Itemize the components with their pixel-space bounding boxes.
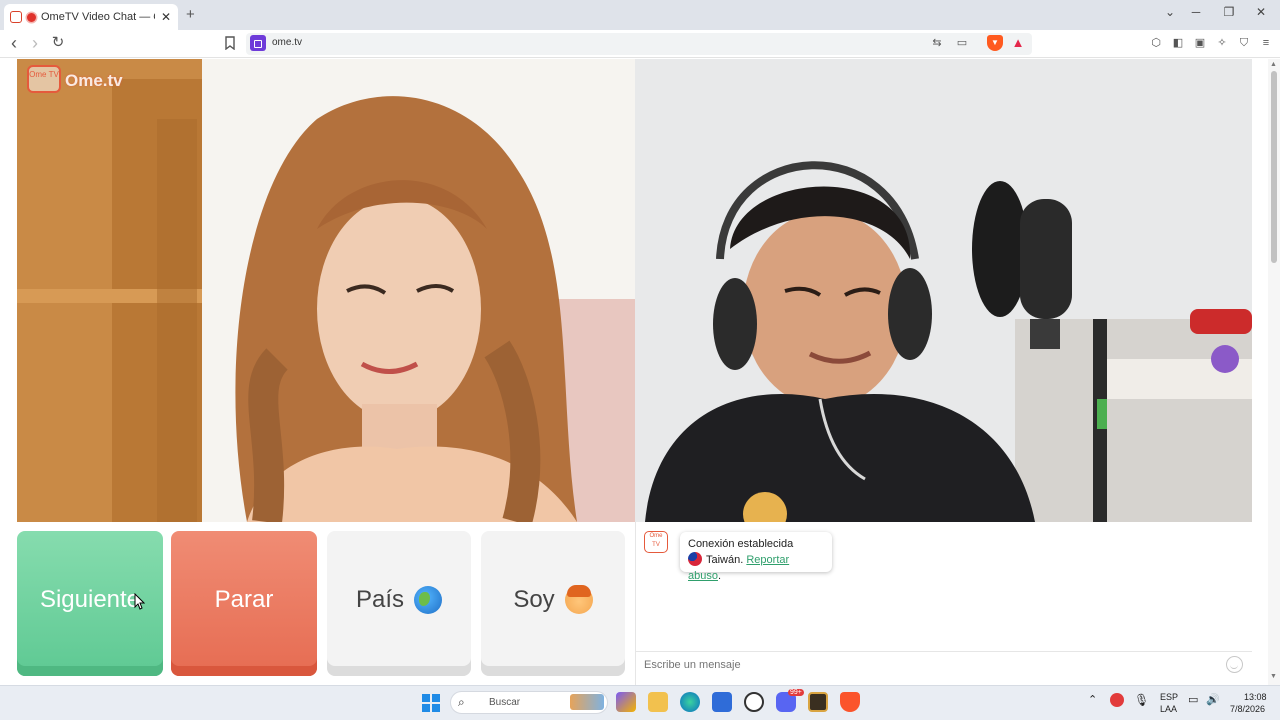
close-window-button[interactable]: ✕ [1251, 5, 1271, 19]
vpn-icon[interactable]: ⛉ [1236, 35, 1252, 51]
stranger-video-frame [17, 59, 635, 522]
brave-rewards-icon[interactable]: ▲ [1010, 35, 1026, 51]
globe-icon [414, 585, 443, 614]
report-suffix: . [717, 570, 722, 582]
scroll-up-icon[interactable]: ▲ [1270, 61, 1277, 68]
windows-start-icon[interactable] [422, 694, 440, 712]
stop-button-label: Parar [214, 585, 274, 613]
wallet-icon[interactable]: ▣ [1192, 35, 1208, 51]
microphone [1020, 199, 1072, 319]
self-video [635, 59, 1252, 522]
self-video-frame [635, 59, 1252, 522]
copilot-icon[interactable] [616, 692, 636, 712]
browser-title-bar: OmeTV Video Chat — Omegl ✕ + ⌄ ─ ❐ ✕ [0, 0, 1280, 30]
search-icon: ⌕ [458, 695, 465, 709]
next-button-label: Siguiente [39, 585, 141, 613]
site-camera-icon [250, 35, 266, 51]
minimize-button[interactable]: ─ [1186, 5, 1206, 19]
new-tab-button[interactable]: + [186, 6, 195, 23]
partner-country: Taiwán. [706, 554, 744, 566]
language-top[interactable]: ESP [1160, 692, 1178, 702]
mouse-cursor-icon [134, 593, 145, 610]
restore-button[interactable]: ❐ [1219, 5, 1239, 19]
tab-close-icon[interactable]: ✕ [160, 10, 172, 24]
stop-button[interactable]: Parar [171, 531, 317, 676]
emoji-picker-icon[interactable] [1226, 656, 1243, 673]
forward-button[interactable]: › [25, 34, 45, 52]
boy-face-icon [564, 584, 593, 614]
tab-list-button[interactable]: ⌄ [1160, 5, 1180, 19]
ometv-chat-logo-icon: Ome TV [644, 531, 668, 553]
volume-icon[interactable]: 🔊 [1206, 693, 1220, 706]
clock-time[interactable]: 13:08 [1244, 692, 1267, 702]
leo-ai-icon[interactable]: ✧ [1214, 35, 1230, 51]
microphone-icon[interactable]: 🎙 [1134, 693, 1149, 707]
menu-icon[interactable]: ≡ [1258, 35, 1274, 51]
gender-button-label: Soy [513, 585, 555, 613]
clock-date[interactable]: 7/8/2026 [1230, 704, 1265, 714]
brave-shields-icon[interactable]: ▼ [987, 35, 1003, 51]
ometv-favicon-icon [10, 11, 22, 23]
stranger-video: Ome TV Ome.tv [17, 59, 635, 522]
language-bottom[interactable]: LAA [1160, 704, 1177, 714]
file-explorer-icon[interactable] [648, 692, 668, 712]
discord-badge: 99+ [788, 689, 804, 696]
ometv-watermark-logo: Ome TV [27, 65, 61, 93]
person-face [317, 197, 481, 421]
scroll-down-icon[interactable]: ▼ [1270, 673, 1277, 680]
back-button[interactable]: ‹ [4, 34, 24, 52]
tray-app-icon[interactable] [1110, 693, 1124, 707]
brave-browser-icon[interactable] [840, 692, 860, 712]
network-icon[interactable]: ▭ [1188, 693, 1198, 706]
tab-title: OmeTV Video Chat — Omegl [41, 11, 155, 23]
extensions-icon[interactable]: ⬡ [1148, 35, 1164, 51]
country-button-label: País [355, 585, 405, 613]
message-input[interactable] [636, 651, 1252, 677]
ometv-watermark-text: Ome.tv [65, 71, 123, 90]
app-icon[interactable] [808, 692, 828, 712]
scrollbar-thumb[interactable] [1271, 71, 1277, 263]
address-bar[interactable] [246, 33, 1032, 55]
country-filter-button[interactable]: País [327, 531, 471, 676]
pop-filter [972, 181, 1028, 317]
translate-icon[interactable]: ⇆ [929, 35, 945, 51]
page-scrollbar[interactable]: ▲ ▼ [1268, 59, 1280, 685]
partner-location: Taiwán. Reportar abuso. [688, 552, 824, 584]
search-highlight-icon[interactable] [570, 694, 604, 710]
recording-icon [27, 12, 36, 22]
browser-nav-bar: ‹ › ↻ [0, 30, 1280, 58]
bookmark-icon[interactable] [224, 36, 236, 50]
toy-car [1190, 309, 1252, 334]
person-face [743, 211, 907, 407]
microsoft-store-icon[interactable] [712, 692, 732, 712]
browser-tab-ometv[interactable]: OmeTV Video Chat — Omegl ✕ [4, 4, 178, 30]
url-text[interactable]: ome.tv [272, 37, 302, 48]
system-message: Conexión establecida Taiwán. Reportar ab… [680, 532, 832, 582]
edge-browser-icon[interactable] [680, 692, 700, 712]
sidebar-icon[interactable]: ◧ [1170, 35, 1186, 51]
taiwan-flag-icon [688, 552, 702, 566]
reload-button[interactable]: ↻ [48, 34, 68, 52]
connection-status: Conexión establecida [688, 538, 794, 550]
gender-button[interactable]: Soy [481, 531, 625, 676]
chrome-app-icon[interactable] [744, 692, 764, 712]
cast-icon[interactable]: ▭ [954, 35, 970, 51]
tray-expand-icon[interactable]: ⌃ [1088, 693, 1097, 706]
